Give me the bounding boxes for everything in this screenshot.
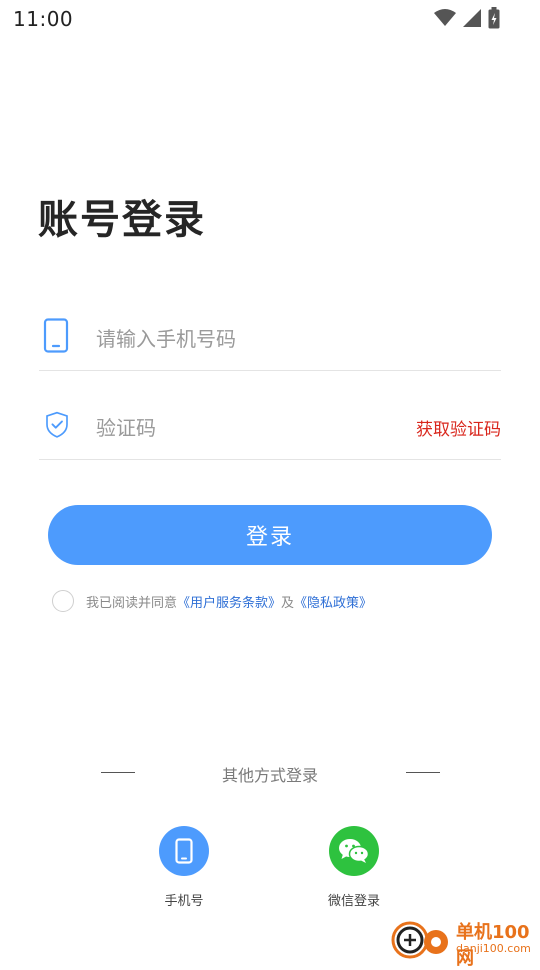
status-bar: 11:00 [0, 0, 540, 36]
battery-icon [488, 7, 500, 29]
phone-input[interactable] [94, 320, 398, 358]
mobile-icon [175, 838, 193, 864]
agreement-conjunction: 及 [281, 595, 295, 611]
phone-login-label: 手机号 [164, 894, 204, 909]
signal-icon [463, 9, 481, 27]
code-input[interactable] [94, 409, 398, 447]
status-time: 11:00 [13, 7, 74, 31]
other-login-label: 其他方式登录 [221, 766, 318, 785]
watermark-logo-icon [391, 921, 448, 959]
agreement-checkbox[interactable] [52, 590, 74, 612]
shield-check-icon [46, 411, 68, 438]
login-button[interactable]: 登录 [48, 505, 492, 565]
watermark: 单机100网 danji100.com [390, 916, 540, 969]
wechat-login-label: 微信登录 [327, 894, 380, 909]
phone-field-row [39, 310, 501, 371]
terms-link[interactable]: 《用户服务条款》 [177, 592, 281, 611]
page-title: 账号登录 [38, 197, 206, 243]
get-code-button[interactable]: 获取验证码 [416, 415, 501, 440]
privacy-link[interactable]: 《隐私政策》 [294, 592, 372, 611]
phone-login-circle[interactable] [159, 826, 209, 876]
wechat-icon [339, 839, 370, 863]
wifi-icon [434, 9, 456, 26]
divider-line-right [406, 772, 440, 773]
wechat-login-circle[interactable] [329, 826, 379, 876]
status-icons [434, 7, 500, 29]
agreement-row: 我已阅读并同意 《用户服务条款》 及 《隐私政策》 [52, 588, 372, 614]
agreement-prefix: 我已阅读并同意 [86, 595, 178, 611]
code-field-row: 获取验证码 [39, 399, 501, 460]
phone-icon [43, 318, 69, 353]
other-login-divider: 其他方式登录 [0, 760, 540, 786]
watermark-url: danji100.com [456, 942, 531, 955]
wechat-login-option[interactable]: 微信登录 [304, 826, 404, 909]
phone-login-option[interactable]: 手机号 [134, 826, 234, 909]
